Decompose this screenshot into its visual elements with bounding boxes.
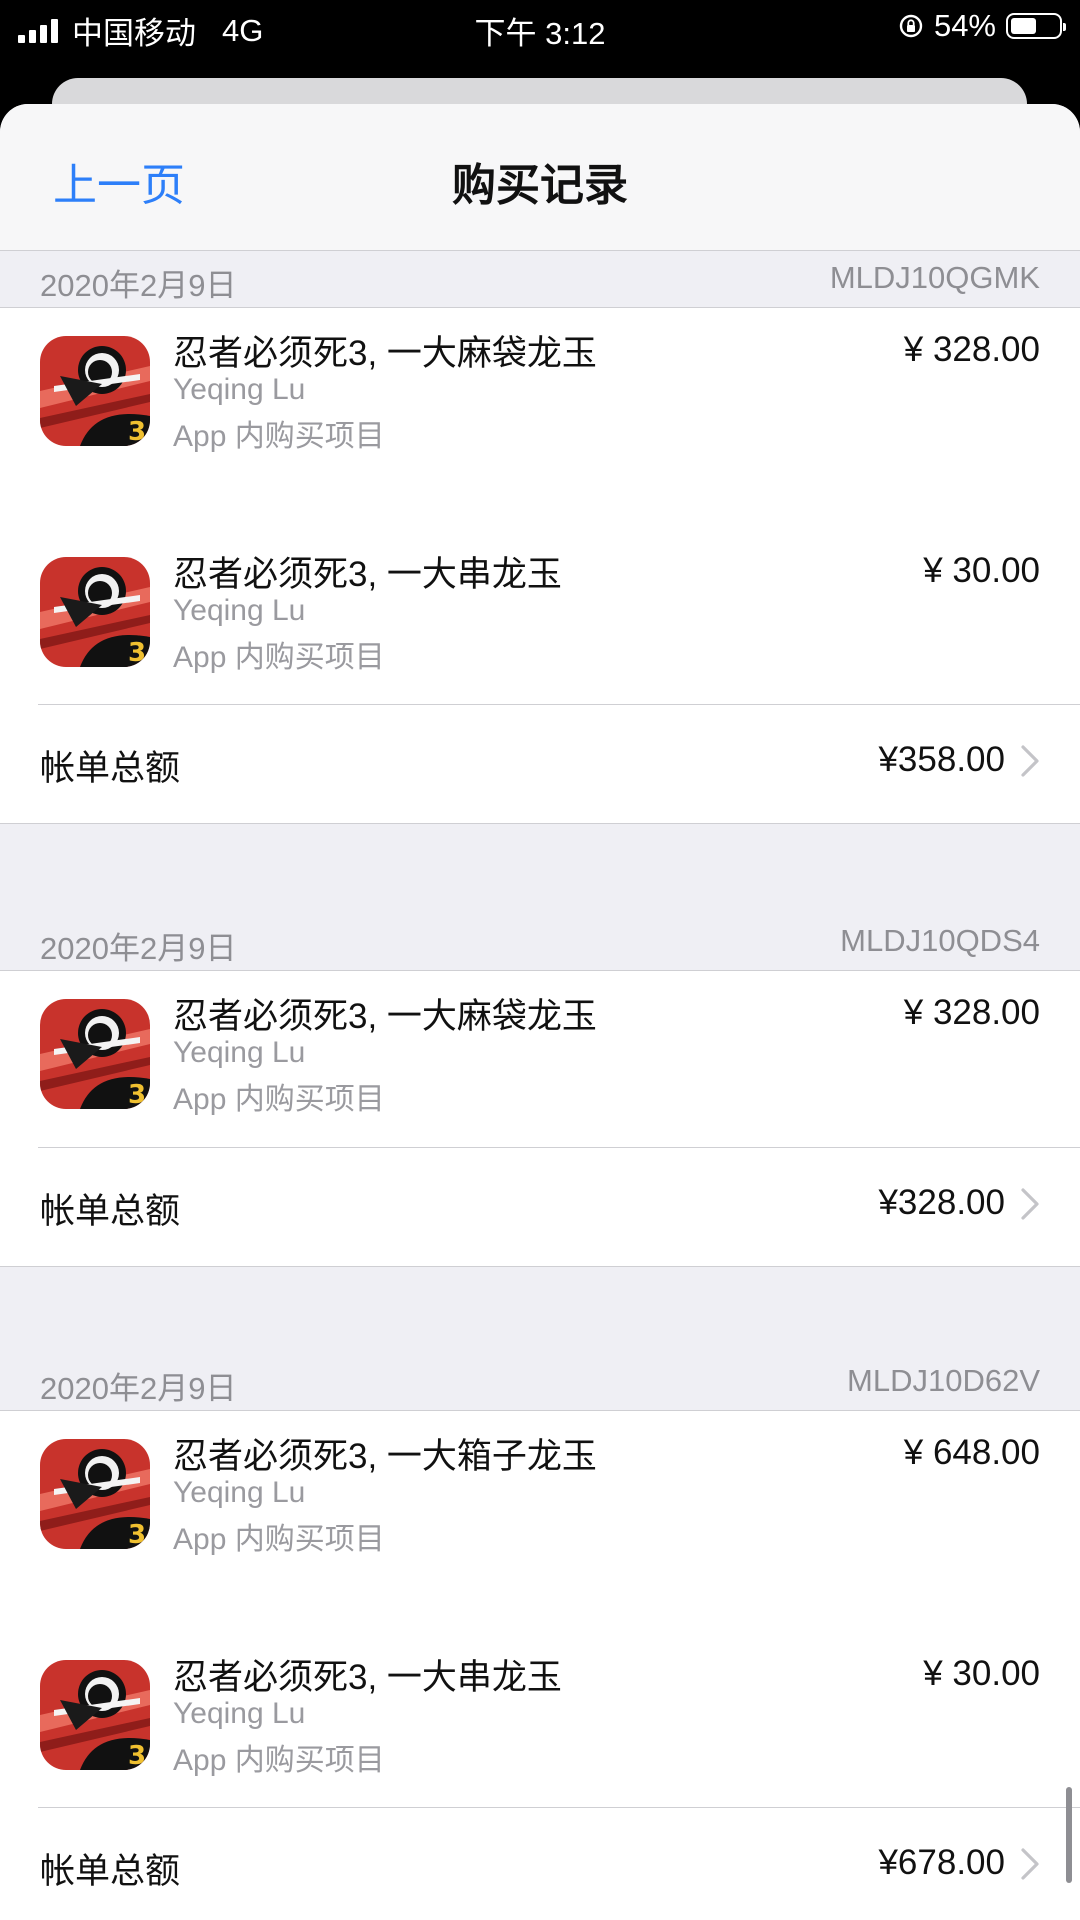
- orientation-lock-icon: [899, 14, 923, 38]
- item-title: 忍者必须死3, 一大麻袋龙玉: [173, 334, 597, 373]
- item-price: ¥ 648.00: [903, 1433, 1040, 1472]
- item-title: 忍者必须死3, 一大麻袋龙玉: [173, 997, 597, 1036]
- item-title: 忍者必须死3, 一大串龙玉: [173, 555, 562, 594]
- item-title: 忍者必须死3, 一大箱子龙玉: [173, 1437, 597, 1476]
- item-developer: Yeqing Lu: [173, 594, 306, 627]
- bill-total-row[interactable]: 帐单总额 ¥328.00: [0, 1147, 1080, 1265]
- order-header: 2020年2月9日 MLDJ10QGMK: [0, 250, 1080, 308]
- order-date: 2020年2月9日: [40, 1371, 237, 1406]
- item-type: App 内购买项目: [173, 1744, 385, 1777]
- item-type: App 内购买项目: [173, 420, 385, 453]
- item-type: App 内购买项目: [173, 1083, 385, 1116]
- order-id: MLDJ10QGMK: [829, 260, 1040, 295]
- item-price: ¥ 328.00: [903, 330, 1040, 369]
- purchase-item[interactable]: 3 忍者必须死3, 一大麻袋龙玉 Yeqing Lu App 内购买项目 ¥ 3…: [0, 308, 1080, 508]
- app-icon: 3: [40, 999, 150, 1109]
- order-group: 3 忍者必须死3, 一大麻袋龙玉 Yeqing Lu App 内购买项目 ¥ 3…: [0, 971, 1080, 1267]
- order-group: 3 忍者必须死3, 一大麻袋龙玉 Yeqing Lu App 内购买项目 ¥ 3…: [0, 308, 1080, 824]
- bill-total-value: ¥328.00: [878, 1183, 1005, 1222]
- order-id: MLDJ10D62V: [847, 1363, 1040, 1398]
- bill-total-label: 帐单总额: [40, 749, 181, 788]
- chevron-right-icon: [1021, 1848, 1039, 1880]
- bill-total-label: 帐单总额: [40, 1192, 181, 1231]
- order-date: 2020年2月9日: [40, 268, 237, 303]
- scroll-indicator[interactable]: [1066, 1787, 1072, 1883]
- bill-total-value: ¥678.00: [878, 1843, 1005, 1882]
- battery-icon: [1006, 13, 1066, 39]
- purchase-item[interactable]: 3 忍者必须死3, 一大串龙玉 Yeqing Lu App 内购买项目 ¥ 30…: [0, 1632, 1080, 1832]
- app-icon: 3: [40, 1439, 150, 1549]
- item-type: App 内购买项目: [173, 1523, 385, 1556]
- bill-total-row[interactable]: 帐单总额 ¥678.00: [0, 1807, 1080, 1920]
- app-icon: 3: [40, 557, 150, 667]
- item-developer: Yeqing Lu: [173, 373, 306, 406]
- order-id: MLDJ10QDS4: [840, 923, 1040, 958]
- purchase-history-sheet: 上一页 购买记录 2020年2月9日 MLDJ10QGMK 3 忍者必须死3, …: [0, 104, 1080, 1920]
- svg-text:3: 3: [128, 417, 146, 446]
- svg-text:3: 3: [128, 1080, 146, 1109]
- item-type: App 内购买项目: [173, 641, 385, 674]
- bill-total-value: ¥358.00: [878, 740, 1005, 779]
- svg-text:3: 3: [128, 1520, 146, 1549]
- svg-text:3: 3: [128, 638, 146, 667]
- order-date: 2020年2月9日: [40, 931, 237, 966]
- status-bar: 中国移动 4G 下午 3:12 54%: [0, 0, 1080, 56]
- order-group: 3 忍者必须死3, 一大箱子龙玉 Yeqing Lu App 内购买项目 ¥ 6…: [0, 1411, 1080, 1920]
- order-header: 2020年2月9日 MLDJ10QDS4: [0, 913, 1080, 971]
- item-title: 忍者必须死3, 一大串龙玉: [173, 1658, 562, 1697]
- item-developer: Yeqing Lu: [173, 1476, 306, 1509]
- page-title: 购买记录: [452, 161, 628, 210]
- purchase-item[interactable]: 3 忍者必须死3, 一大箱子龙玉 Yeqing Lu App 内购买项目 ¥ 6…: [0, 1411, 1080, 1611]
- item-developer: Yeqing Lu: [173, 1036, 306, 1069]
- purchase-item[interactable]: 3 忍者必须死3, 一大麻袋龙玉 Yeqing Lu App 内购买项目 ¥ 3…: [0, 971, 1080, 1171]
- app-icon: 3: [40, 1660, 150, 1770]
- bill-total-row[interactable]: 帐单总额 ¥358.00: [0, 704, 1080, 822]
- item-price: ¥ 328.00: [903, 993, 1040, 1032]
- purchase-item[interactable]: 3 忍者必须死3, 一大串龙玉 Yeqing Lu App 内购买项目 ¥ 30…: [0, 529, 1080, 729]
- item-developer: Yeqing Lu: [173, 1697, 306, 1730]
- svg-text:3: 3: [128, 1741, 146, 1770]
- chevron-right-icon: [1021, 1188, 1039, 1220]
- app-icon: 3: [40, 336, 150, 446]
- battery-percent: 54%: [933, 8, 996, 43]
- bill-total-label: 帐单总额: [40, 1852, 181, 1891]
- chevron-right-icon: [1021, 745, 1039, 777]
- item-price: ¥ 30.00: [923, 551, 1040, 590]
- item-price: ¥ 30.00: [923, 1654, 1040, 1693]
- order-header: 2020年2月9日 MLDJ10D62V: [0, 1353, 1080, 1411]
- navigation-bar: 上一页 购买记录: [0, 104, 1080, 251]
